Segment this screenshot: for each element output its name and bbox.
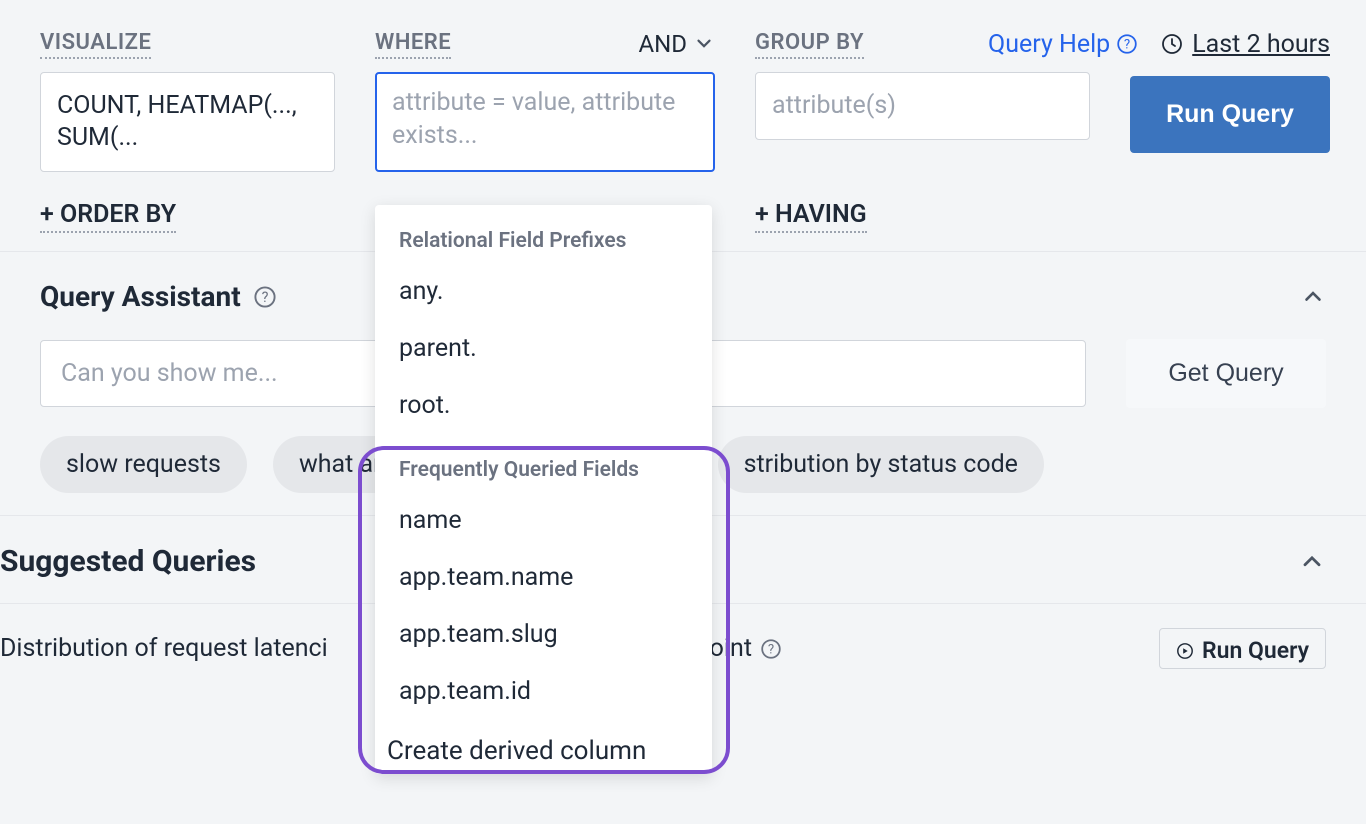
groupby-input[interactable]: attribute(s) bbox=[755, 72, 1090, 140]
time-range-label: Last 2 hours bbox=[1192, 30, 1330, 59]
where-field: WHERE AND attribute = value, attribute e… bbox=[375, 28, 715, 172]
query-help-link[interactable]: Query Help ? bbox=[988, 30, 1138, 59]
create-derived-column-link[interactable]: Create derived column bbox=[375, 720, 712, 774]
dropdown-item[interactable]: app.team.slug bbox=[375, 606, 712, 663]
add-having-link[interactable]: + HAVING bbox=[755, 200, 867, 233]
visualize-label: VISUALIZE bbox=[40, 30, 151, 59]
query-builder: VISUALIZE COUNT, HEATMAP(..., SUM(... WH… bbox=[0, 0, 1366, 192]
where-operator-label: AND bbox=[638, 30, 687, 58]
suggested-run-button[interactable]: Run Query bbox=[1159, 628, 1326, 669]
help-icon[interactable]: ? bbox=[253, 285, 277, 309]
svg-text:?: ? bbox=[1124, 37, 1130, 52]
suggested-queries-title: Suggested Queries bbox=[0, 544, 256, 579]
where-label: WHERE bbox=[375, 30, 451, 59]
dropdown-item[interactable]: any. bbox=[375, 263, 712, 320]
get-query-button[interactable]: Get Query bbox=[1126, 339, 1326, 408]
query-assistant-title: Query Assistant bbox=[40, 280, 241, 313]
suggested-run-label: Run Query bbox=[1202, 637, 1309, 664]
dropdown-section-label: Relational Field Prefixes bbox=[375, 223, 712, 263]
where-operator-toggle[interactable]: AND bbox=[638, 30, 715, 58]
svg-text:?: ? bbox=[768, 642, 774, 657]
collapse-icon[interactable] bbox=[1300, 284, 1326, 310]
help-icon: ? bbox=[760, 638, 782, 660]
play-icon bbox=[1176, 642, 1194, 660]
dropdown-section-label: Frequently Queried Fields bbox=[375, 434, 712, 492]
svg-text:?: ? bbox=[261, 288, 268, 305]
suggested-query-text: Distribution of request latenci bbox=[0, 634, 328, 663]
run-query-button[interactable]: Run Query bbox=[1130, 76, 1330, 153]
clock-icon bbox=[1160, 32, 1184, 56]
visualize-input[interactable]: COUNT, HEATMAP(..., SUM(... bbox=[40, 72, 335, 172]
where-attribute-dropdown: Relational Field Prefixes any. parent. r… bbox=[375, 205, 712, 774]
dropdown-item[interactable]: app.team.name bbox=[375, 549, 712, 606]
help-icon: ? bbox=[1116, 33, 1138, 55]
chip[interactable]: slow requests bbox=[40, 436, 247, 493]
chevron-down-icon bbox=[693, 33, 715, 55]
dropdown-item[interactable]: parent. bbox=[375, 320, 712, 377]
right-column: Query Help ? Last 2 hours Run Query bbox=[1130, 28, 1330, 153]
visualize-field: VISUALIZE COUNT, HEATMAP(..., SUM(... bbox=[40, 28, 335, 172]
collapse-icon[interactable] bbox=[1298, 548, 1326, 576]
add-orderby-link[interactable]: + ORDER BY bbox=[40, 200, 176, 233]
dropdown-item[interactable]: root. bbox=[375, 377, 712, 434]
dropdown-item[interactable]: app.team.id bbox=[375, 663, 712, 720]
chip[interactable]: stribution by status code bbox=[718, 436, 1044, 493]
dropdown-item[interactable]: name bbox=[375, 492, 712, 549]
time-range-selector[interactable]: Last 2 hours bbox=[1160, 30, 1330, 59]
query-help-label: Query Help bbox=[988, 30, 1110, 59]
where-input[interactable]: attribute = value, attribute exists... bbox=[375, 72, 715, 172]
groupby-label: GROUP BY bbox=[755, 30, 864, 59]
